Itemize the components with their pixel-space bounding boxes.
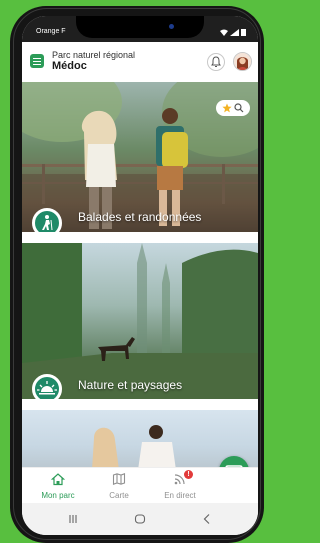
tab-label: Mon parc bbox=[41, 491, 75, 500]
tab-label: En direct bbox=[164, 491, 196, 500]
brand-title: Médoc bbox=[52, 60, 87, 72]
menu-line bbox=[33, 60, 41, 62]
camera-notch bbox=[76, 16, 204, 38]
avatar[interactable] bbox=[233, 52, 252, 71]
app-screen: Orange F Parc naturel régional Médoc Bal… bbox=[22, 16, 258, 535]
favorites-search-button[interactable] bbox=[216, 100, 250, 116]
menu-line bbox=[33, 63, 41, 65]
star-icon bbox=[222, 103, 232, 113]
category-card-hikes[interactable]: Balades et randonnées bbox=[22, 82, 258, 232]
home-nav-icon[interactable] bbox=[132, 511, 148, 527]
tab-label: Carte bbox=[109, 491, 129, 500]
status-bar: Orange F bbox=[22, 16, 258, 42]
wifi-icon bbox=[220, 29, 228, 36]
tab-carte[interactable]: Carte bbox=[89, 468, 149, 504]
hiker-badge bbox=[32, 208, 62, 232]
card-title: Balades et randonnées bbox=[78, 210, 202, 224]
search-icon bbox=[234, 103, 244, 113]
battery-icon bbox=[241, 29, 246, 36]
sunrise-icon bbox=[37, 381, 57, 395]
bell-icon bbox=[211, 56, 221, 67]
signal-icon bbox=[230, 28, 239, 36]
deer-photo bbox=[22, 243, 258, 399]
alert-badge: ! bbox=[184, 470, 193, 479]
recent-apps-icon[interactable] bbox=[65, 511, 81, 527]
hiker-icon bbox=[42, 215, 53, 231]
map-icon bbox=[112, 473, 126, 485]
sunrise-badge bbox=[32, 374, 62, 399]
tab-en-direct[interactable]: ! En direct bbox=[150, 468, 210, 504]
system-icons bbox=[220, 28, 246, 36]
category-card-nature[interactable]: Nature et paysages bbox=[22, 243, 258, 399]
back-icon[interactable] bbox=[199, 511, 215, 527]
front-camera bbox=[169, 24, 174, 29]
brand-subtitle: Parc naturel régional bbox=[52, 50, 136, 60]
carrier-name: Orange F bbox=[36, 28, 66, 35]
app-header: Parc naturel régional Médoc bbox=[22, 42, 258, 82]
tab-mon-parc[interactable]: Mon parc bbox=[28, 468, 88, 504]
notifications-button[interactable] bbox=[207, 53, 225, 71]
menu-icon[interactable] bbox=[30, 54, 44, 68]
menu-line bbox=[33, 57, 41, 59]
system-nav-bar bbox=[22, 503, 258, 535]
avatar-icon bbox=[234, 53, 251, 70]
home-icon bbox=[51, 473, 65, 486]
category-feed: Balades et randonnées Nature et paysages bbox=[22, 82, 258, 467]
bottom-tab-bar: Mon parc Carte ! En direct bbox=[22, 467, 258, 503]
card-title: Nature et paysages bbox=[78, 378, 183, 392]
